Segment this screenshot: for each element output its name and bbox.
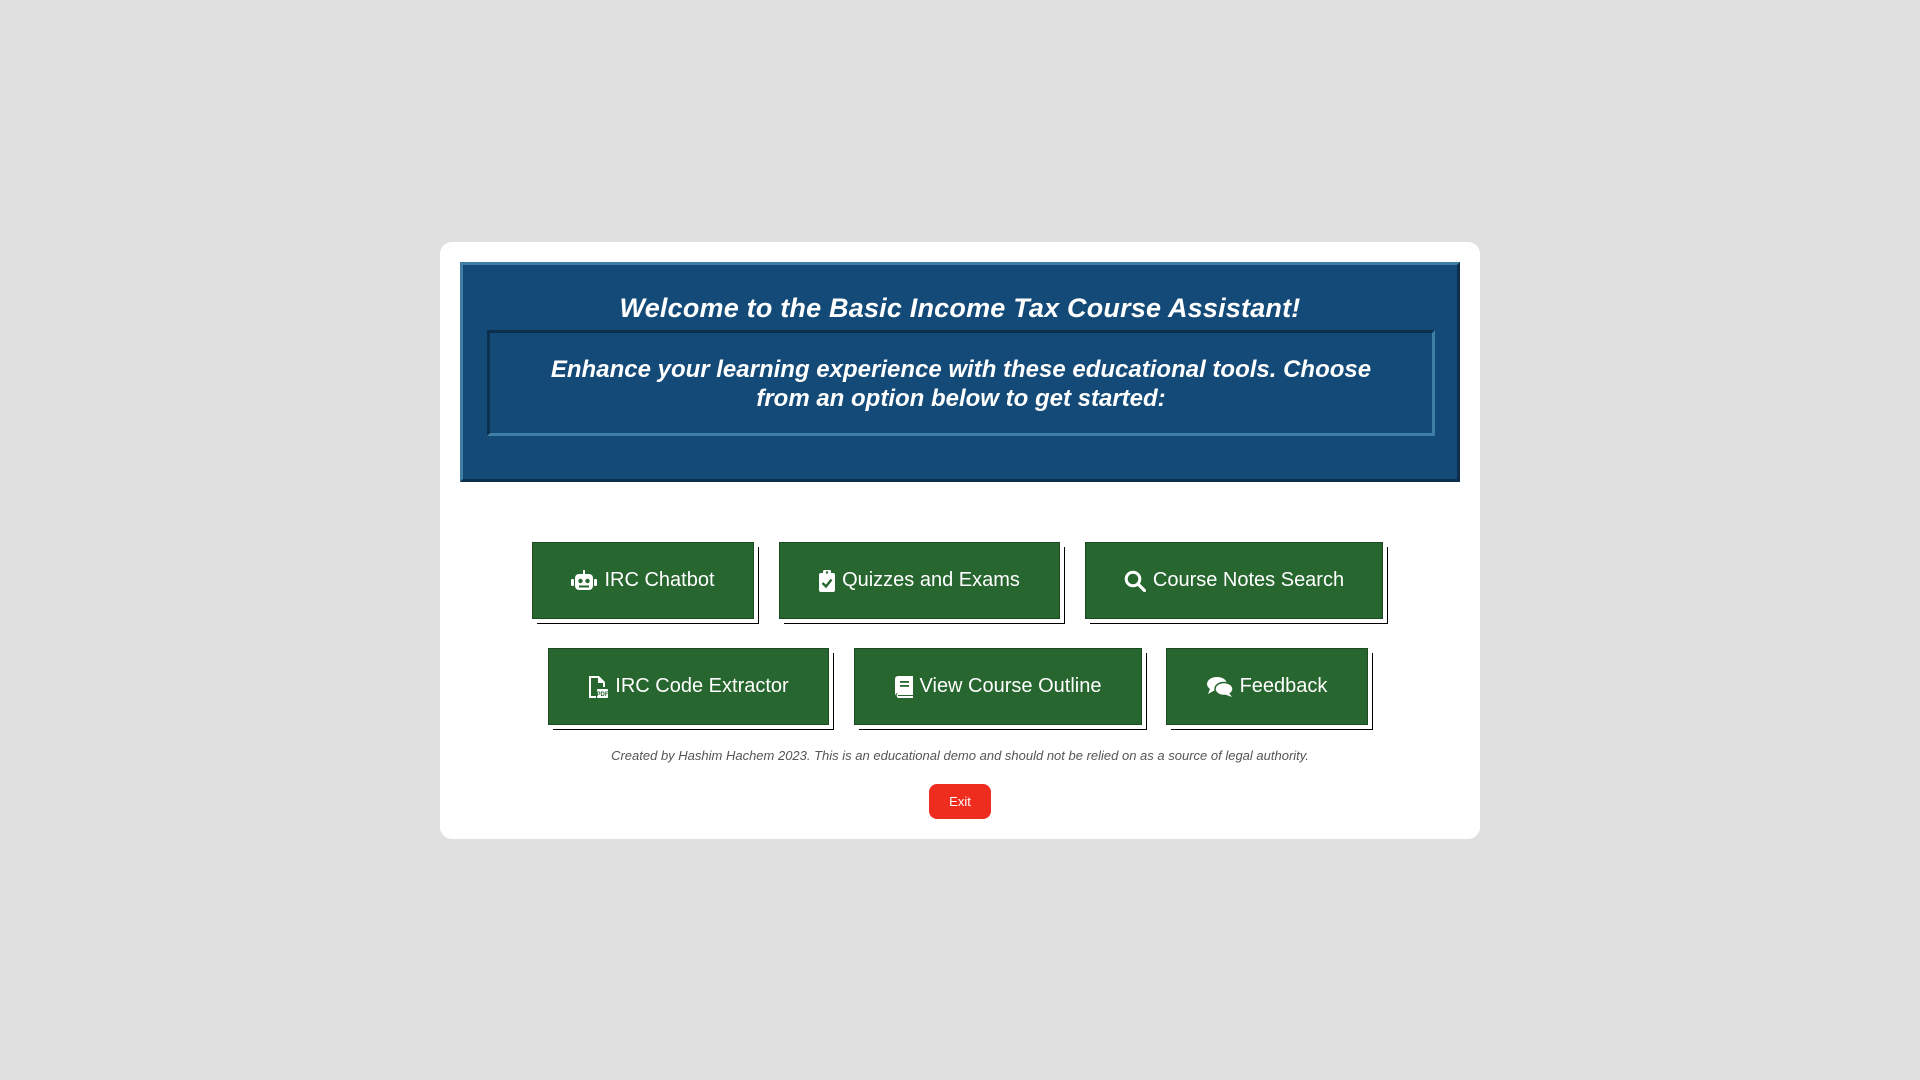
feedback-button[interactable]: Feedback	[1166, 648, 1368, 725]
welcome-banner: Welcome to the Basic Income Tax Course A…	[460, 262, 1460, 482]
banner-subtitle-box: Enhance your learning experience with th…	[487, 330, 1435, 436]
exit-button[interactable]: Exit	[929, 784, 991, 819]
feedback-label: Feedback	[1239, 675, 1328, 697]
course-notes-search-label: Course Notes Search	[1152, 569, 1345, 591]
irc-chatbot-button[interactable]: IRC Chatbot	[532, 542, 754, 619]
disclaimer-text: Created by Hashim Hachem 2023. This is a…	[611, 748, 1309, 763]
view-course-outline-label: View Course Outline	[919, 675, 1102, 697]
robot-icon	[571, 569, 598, 592]
irc-code-extractor-button[interactable]: PDF IRC Code Extractor	[548, 648, 829, 725]
main-card: Welcome to the Basic Income Tax Course A…	[440, 242, 1480, 839]
view-course-outline-button[interactable]: View Course Outline	[854, 648, 1142, 725]
file-pdf-icon: PDF	[588, 675, 609, 699]
irc-chatbot-label: IRC Chatbot	[604, 569, 715, 591]
banner-subtitle: Enhance your learning experience with th…	[550, 356, 1372, 412]
clipboard-check-icon	[819, 569, 836, 592]
book-icon	[894, 675, 913, 698]
irc-code-extractor-label: IRC Code Extractor	[615, 675, 789, 697]
quizzes-and-exams-label: Quizzes and Exams	[842, 569, 1020, 591]
search-icon	[1124, 570, 1146, 592]
course-notes-search-button[interactable]: Course Notes Search	[1085, 542, 1383, 619]
quizzes-and-exams-button[interactable]: Quizzes and Exams	[779, 542, 1060, 619]
svg-text:PDF: PDF	[597, 692, 609, 698]
comments-icon	[1206, 676, 1233, 698]
banner-title: Welcome to the Basic Income Tax Course A…	[619, 293, 1301, 323]
